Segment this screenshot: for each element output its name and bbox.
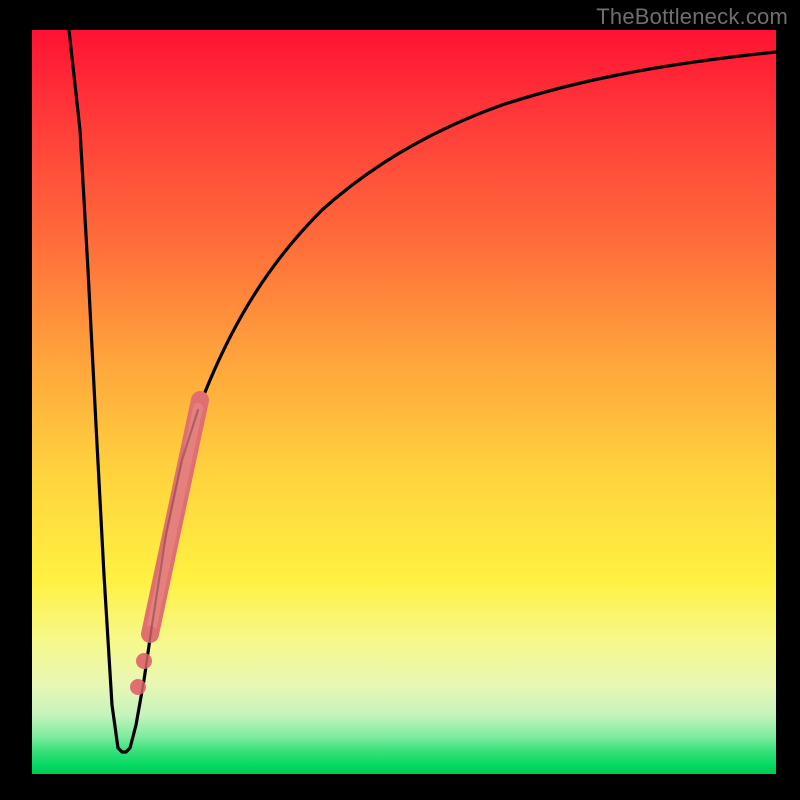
watermark-text: TheBottleneck.com [596,4,788,30]
bottleneck-curve-overlay [130,410,198,748]
highlight-band [150,400,200,634]
chart-frame: TheBottleneck.com [0,0,800,800]
marker-dot [136,653,152,669]
marker-dot [130,679,146,695]
plot-area [32,30,776,774]
curve-layer [32,30,776,774]
bottleneck-curve [69,30,776,752]
marker-dot [142,626,158,642]
highlight-band-inner [152,408,198,626]
